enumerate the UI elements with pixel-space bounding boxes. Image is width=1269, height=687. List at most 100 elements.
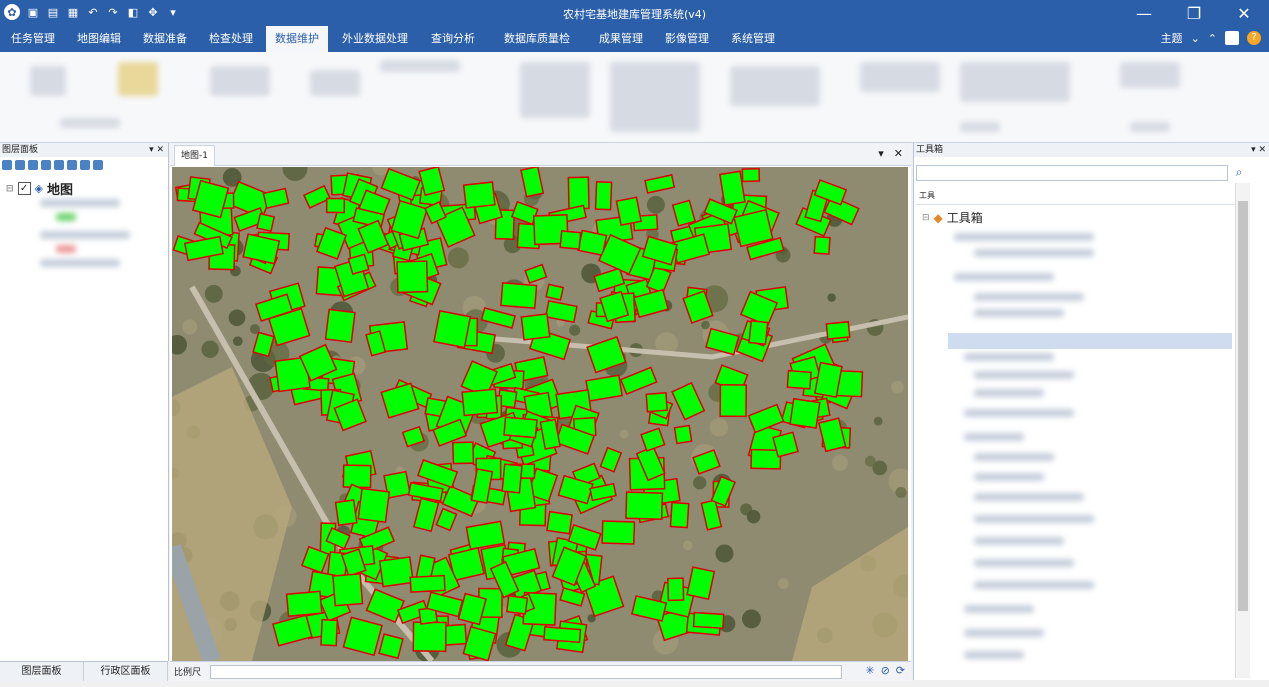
ribbon-button[interactable] xyxy=(118,62,158,96)
minimize-icon[interactable]: — xyxy=(1119,0,1169,26)
tool-item[interactable] xyxy=(964,433,1024,441)
pin-close-icon[interactable]: ▾ ✕ xyxy=(149,143,164,157)
building-parcel[interactable] xyxy=(615,196,642,226)
building-parcel[interactable] xyxy=(332,573,364,607)
layer-item[interactable] xyxy=(56,245,76,253)
tool-item[interactable] xyxy=(974,309,1064,317)
layer-tree-root[interactable]: ⊟ ✓ ◈ 地图 xyxy=(6,179,73,198)
tool-item[interactable] xyxy=(974,249,1094,257)
tool-item[interactable] xyxy=(974,515,1094,523)
tab-admin-region-panel[interactable]: 行政区面板 xyxy=(84,662,168,681)
tool-item[interactable] xyxy=(954,273,1054,281)
layer-item[interactable] xyxy=(40,199,120,207)
building-parcel[interactable] xyxy=(733,208,774,248)
group-layer-icon[interactable] xyxy=(41,160,51,170)
ribbon-button[interactable] xyxy=(380,60,460,72)
tab-results-management[interactable]: 成果管理 xyxy=(596,26,646,52)
ribbon-button[interactable] xyxy=(960,62,1070,102)
ribbon-button[interactable] xyxy=(730,66,820,106)
zoom-extent-icon[interactable] xyxy=(80,160,90,170)
building-parcel[interactable] xyxy=(789,397,821,429)
selected-tool-item[interactable] xyxy=(948,333,1232,349)
collapse-icon[interactable]: ⊟ xyxy=(922,213,930,223)
tab-data-maintenance[interactable]: 数据维护 xyxy=(266,26,328,52)
ribbon-button[interactable] xyxy=(520,62,590,118)
tab-field-data-processing[interactable]: 外业数据处理 xyxy=(340,26,410,52)
building-parcel[interactable] xyxy=(285,590,323,617)
building-parcel[interactable] xyxy=(409,574,446,593)
chevron-up-icon[interactable]: ⌃ xyxy=(1208,32,1217,45)
building-parcel[interactable] xyxy=(334,499,358,527)
close-icon[interactable]: ✕ xyxy=(1219,0,1269,26)
tab-check-processing[interactable]: 检查处理 xyxy=(206,26,256,52)
map-tab[interactable]: 地图-1 xyxy=(174,145,215,166)
grid-icon[interactable] xyxy=(67,160,77,170)
filter-layer-icon[interactable] xyxy=(28,160,38,170)
tab-task-management[interactable]: 任务管理 xyxy=(8,26,58,52)
tool-item[interactable] xyxy=(974,389,1044,397)
building-parcel[interactable] xyxy=(545,283,565,301)
building-parcel[interactable] xyxy=(500,282,538,310)
building-parcel[interactable] xyxy=(813,235,831,255)
chevron-down-icon[interactable]: ⌄ xyxy=(1191,32,1200,45)
building-parcel[interactable] xyxy=(505,594,529,615)
building-parcel[interactable] xyxy=(692,611,725,630)
building-parcel[interactable] xyxy=(543,626,582,644)
ribbon-button[interactable] xyxy=(1120,62,1180,88)
pin-close-icon[interactable]: ▾ ✕ xyxy=(1251,143,1266,157)
tool-item[interactable] xyxy=(974,293,1084,301)
building-parcel[interactable] xyxy=(378,556,415,588)
building-parcel[interactable] xyxy=(750,448,782,470)
building-parcel[interactable] xyxy=(748,320,769,346)
tool-item[interactable] xyxy=(964,353,1054,361)
tool-item[interactable] xyxy=(974,559,1074,567)
building-parcel[interactable] xyxy=(719,383,747,418)
building-parcel[interactable] xyxy=(673,424,693,445)
tool-item[interactable] xyxy=(964,409,1074,417)
building-parcel[interactable] xyxy=(433,309,472,349)
tab-layer-panel[interactable]: 图层面板 xyxy=(0,662,84,681)
search-icon[interactable]: ⌕ xyxy=(1230,163,1248,181)
tool-item[interactable] xyxy=(974,473,1044,481)
building-parcel[interactable] xyxy=(396,260,429,294)
building-parcel[interactable] xyxy=(559,230,582,250)
tool-item[interactable] xyxy=(974,537,1064,545)
tool-item[interactable] xyxy=(954,233,1094,241)
home-icon[interactable] xyxy=(54,160,64,170)
remove-layer-icon[interactable] xyxy=(93,160,103,170)
tool-item[interactable] xyxy=(974,581,1094,589)
layer-checkbox[interactable]: ✓ xyxy=(17,182,31,195)
tool-item[interactable] xyxy=(974,493,1084,501)
building-parcel[interactable] xyxy=(347,253,370,275)
satellite-map[interactable] xyxy=(172,167,908,661)
building-parcel[interactable] xyxy=(461,388,499,417)
ribbon-button[interactable] xyxy=(30,66,66,96)
building-parcel[interactable] xyxy=(825,320,851,340)
tool-item[interactable] xyxy=(974,371,1074,379)
tab-db-quality-check[interactable]: 数据库质量检查 xyxy=(500,26,574,71)
building-parcel[interactable] xyxy=(567,176,590,210)
ribbon-button[interactable] xyxy=(610,62,700,132)
ribbon-button[interactable] xyxy=(310,70,360,96)
tool-item[interactable] xyxy=(964,651,1024,659)
building-parcel[interactable] xyxy=(585,374,624,402)
building-parcel[interactable] xyxy=(520,313,551,341)
building-parcel[interactable] xyxy=(741,167,761,183)
theme-menu[interactable]: 主题 xyxy=(1161,30,1183,46)
building-parcel[interactable] xyxy=(718,170,746,206)
toolbox-scrollbar[interactable] xyxy=(1235,183,1250,678)
tab-query-analysis[interactable]: 查询分析 xyxy=(428,26,478,52)
layout-icon[interactable] xyxy=(1225,31,1239,45)
building-parcel[interactable] xyxy=(601,520,636,545)
building-parcel[interactable] xyxy=(378,633,404,660)
tab-map-editing[interactable]: 地图编辑 xyxy=(74,26,124,52)
building-parcel[interactable] xyxy=(813,361,843,399)
building-parcel[interactable] xyxy=(342,464,372,489)
building-parcel[interactable] xyxy=(669,501,690,529)
scrollbar-thumb[interactable] xyxy=(1238,201,1248,611)
building-parcel[interactable] xyxy=(412,621,447,653)
building-parcel[interactable] xyxy=(645,392,668,413)
sort-layer-icon[interactable] xyxy=(15,160,25,170)
restore-icon[interactable]: ❐ xyxy=(1169,0,1219,26)
toolbox-tree-root[interactable]: ⊟ ◆ 工具箱 xyxy=(922,209,983,226)
